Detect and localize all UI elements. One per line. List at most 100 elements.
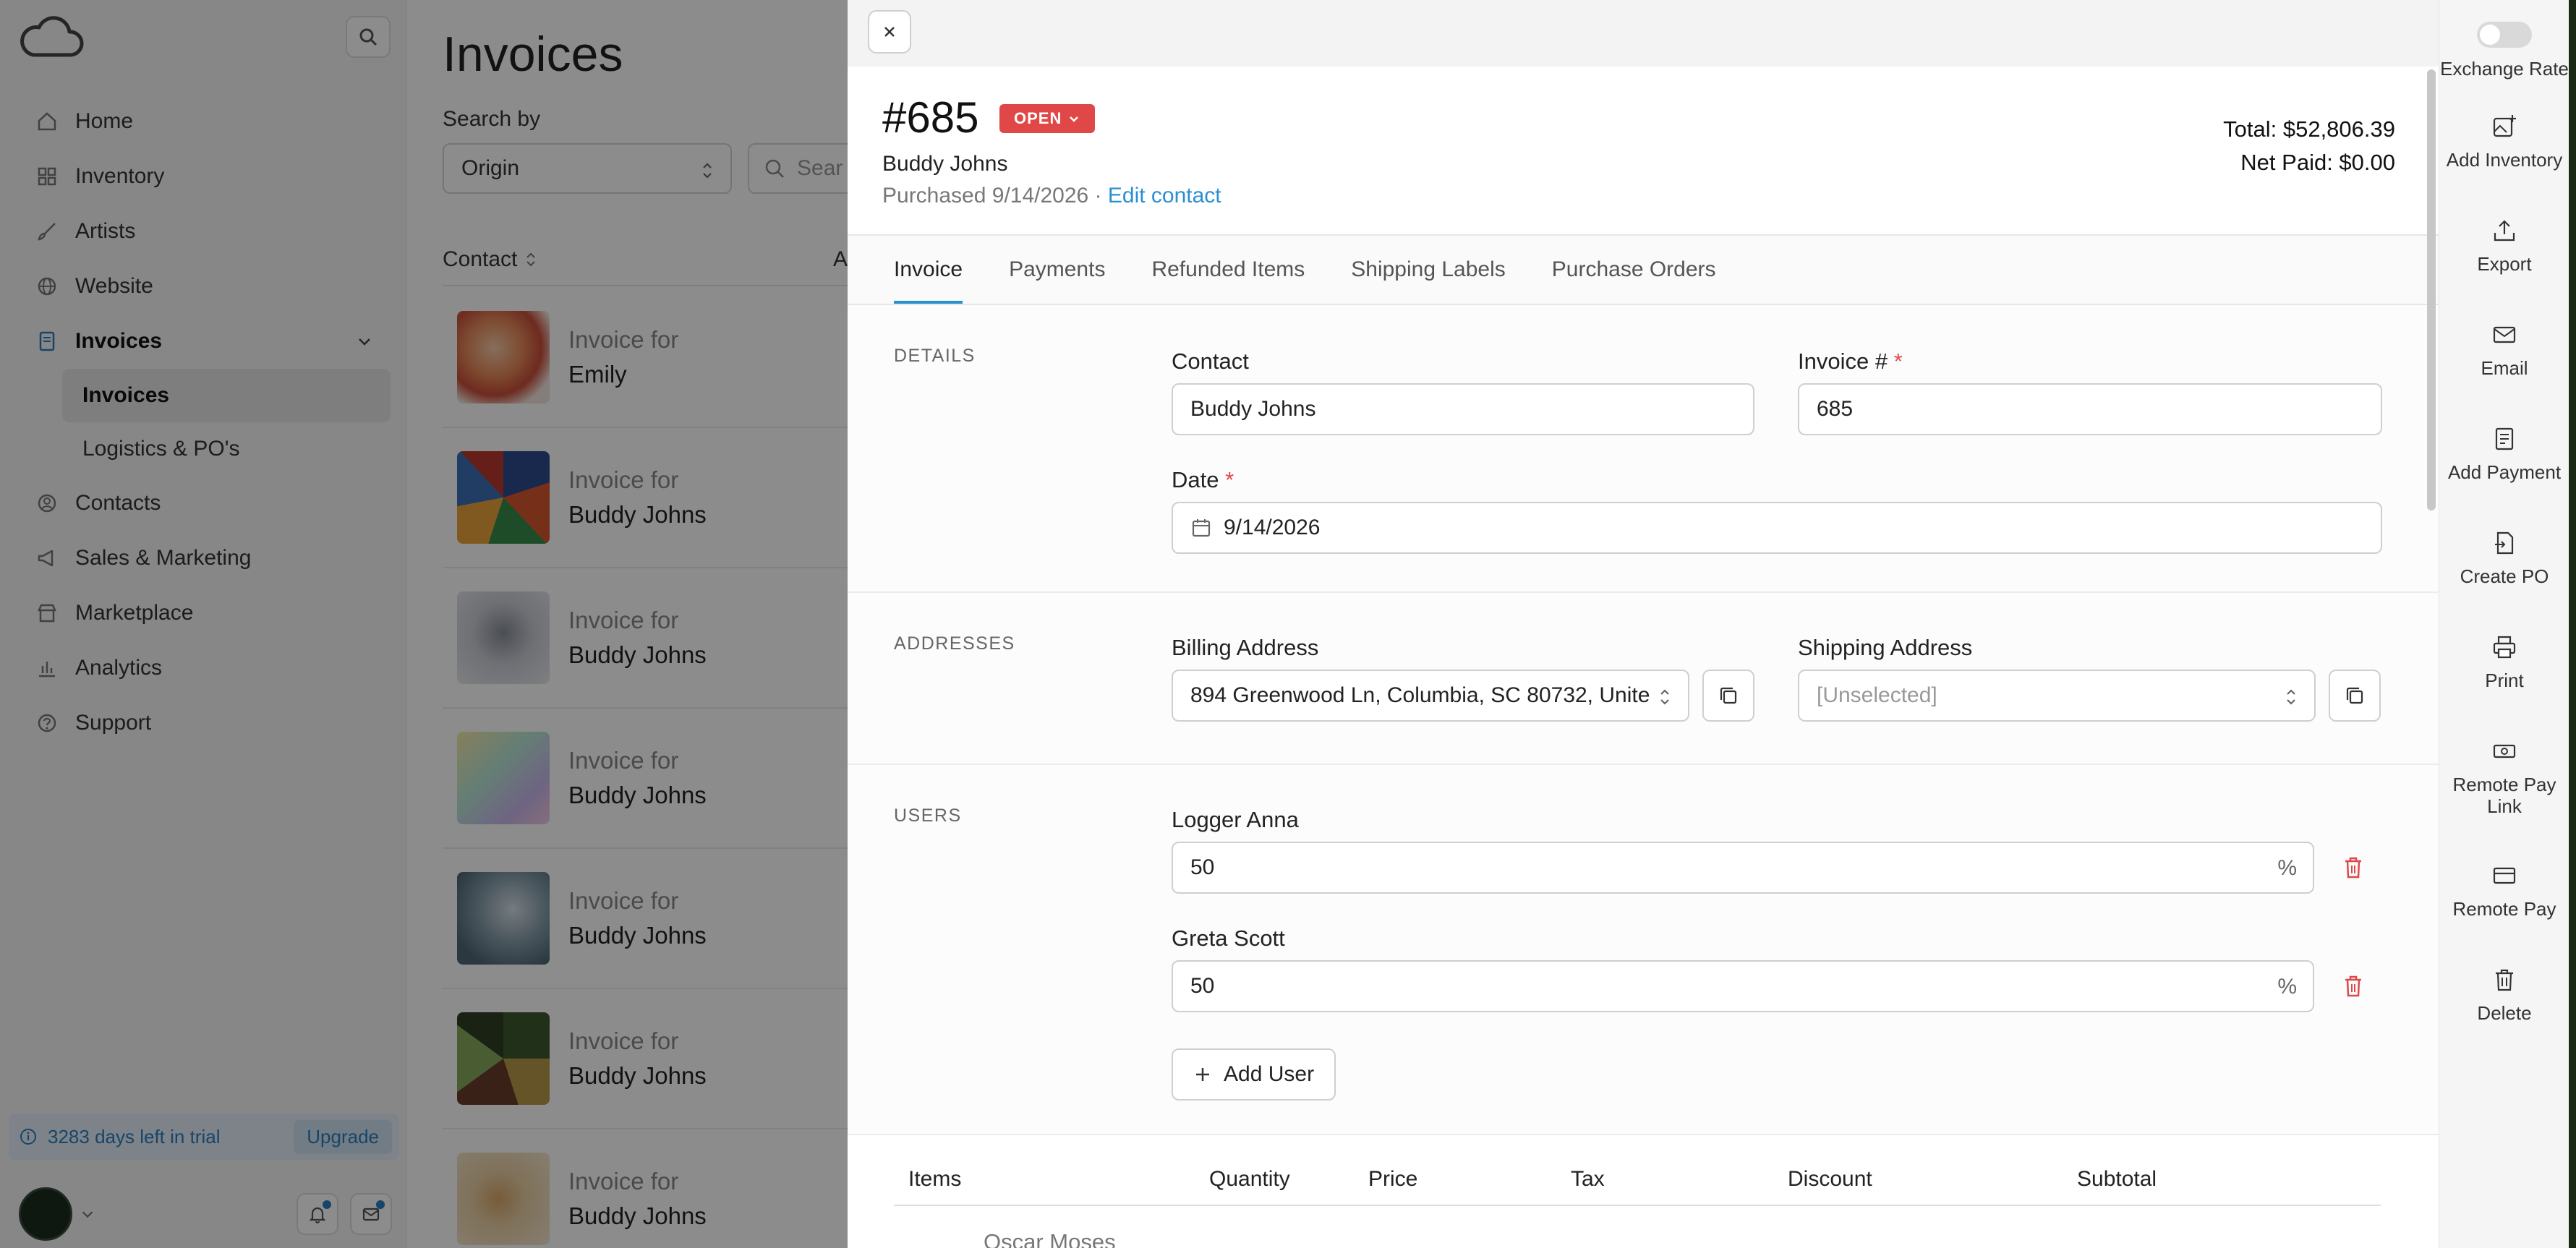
billing-address-value: 894 Greenwood Ln, Columbia, SC 80732, Un… — [1190, 683, 1650, 707]
toggle-switch[interactable] — [2477, 22, 2532, 48]
cash-icon — [2493, 744, 2516, 758]
customer-name: Buddy Johns — [882, 152, 1008, 176]
invoice-tabs: Invoice Payments Refunded Items Shipping… — [848, 236, 2439, 305]
exchange-rate-toggle[interactable]: Exchange Rate — [2439, 22, 2569, 80]
shipping-address-value: [Unselected] — [1817, 683, 1937, 707]
invoice-modal: #685 OPEN Buddy Johns Purchased 9/14/202… — [848, 0, 2439, 1248]
trash-icon — [2345, 975, 2361, 997]
tab-refunded-items[interactable]: Refunded Items — [1151, 236, 1305, 304]
tab-shipping-labels[interactable]: Shipping Labels — [1351, 236, 1506, 304]
remote-pay-button[interactable]: Remote Pay — [2439, 862, 2569, 920]
invoice-number-field[interactable]: 685 — [1798, 383, 2382, 435]
add-user-button[interactable]: Add User — [1172, 1048, 1336, 1100]
delete-button[interactable]: Delete — [2439, 966, 2569, 1024]
tab-payments[interactable]: Payments — [1009, 236, 1105, 304]
user-name: Greta Scott — [1172, 926, 1285, 951]
mail-icon — [2493, 326, 2516, 343]
user-share-field[interactable]: 50 % — [1172, 842, 2314, 894]
action-panel: Exchange Rate Add Inventory Export Email… — [2439, 0, 2569, 1248]
chevron-down-icon — [1070, 116, 1079, 122]
user-share-value: 50 — [1190, 855, 1215, 879]
column-discount: Discount — [1788, 1167, 1872, 1191]
column-quantity: Quantity — [1209, 1167, 1290, 1191]
action-label: Remote Pay Link — [2452, 774, 2556, 817]
item-artist-name: Oscar Moses — [984, 1229, 1116, 1248]
shipping-address-select[interactable]: [Unselected] — [1798, 670, 2316, 722]
upload-icon — [2494, 220, 2515, 242]
details-section: DETAILS Contact Buddy Johns Invoice # * … — [848, 305, 2439, 593]
purchase-info: Purchased 9/14/2026 · Edit contact — [882, 184, 1221, 208]
action-label: Exchange Rate — [2440, 58, 2569, 80]
calendar-icon — [1192, 519, 1211, 537]
section-label-addresses: ADDRESSES — [894, 633, 1015, 654]
add-image-icon — [2493, 115, 2516, 137]
copy-billing-button[interactable] — [1702, 670, 1754, 722]
billing-address-select[interactable]: 894 Greenwood Ln, Columbia, SC 80732, Un… — [1172, 670, 1689, 722]
action-label: Add Inventory — [2446, 149, 2563, 171]
status-badge[interactable]: OPEN — [999, 104, 1096, 133]
action-label: Remote Pay — [2452, 898, 2556, 920]
purchase-date: Purchased 9/14/2026 · — [882, 184, 1108, 208]
user-share-field[interactable]: 50 % — [1172, 960, 2314, 1012]
modal-toolbar — [848, 0, 2439, 67]
action-label: Email — [2481, 357, 2528, 379]
invoice-totals: Total: $52,806.39 Net Paid: $0.00 — [2223, 113, 2395, 179]
printer-icon — [2493, 636, 2516, 659]
action-label: Delete — [2477, 1002, 2532, 1024]
updown-chevron-icon — [1660, 689, 1669, 705]
invoice-number: #685 — [882, 93, 979, 142]
email-button[interactable]: Email — [2439, 321, 2569, 379]
contact-value: Buddy Johns — [1190, 397, 1316, 421]
invoice-number-value: 685 — [1817, 397, 1854, 421]
date-field[interactable]: 9/14/2026 — [1172, 502, 2382, 554]
column-tax: Tax — [1571, 1167, 1605, 1191]
close-icon — [884, 27, 895, 37]
invoice-number-label: Invoice # * — [1798, 349, 1903, 374]
percent-suffix: % — [2277, 975, 2297, 999]
user-name: Logger Anna — [1172, 807, 1299, 832]
copy-icon — [2346, 687, 2363, 704]
file-export-icon — [2495, 531, 2514, 555]
card-icon — [2493, 867, 2516, 884]
create-po-button[interactable]: Create PO — [2439, 529, 2569, 587]
modal-scrollbar[interactable] — [2427, 69, 2436, 510]
remote-pay-link-button[interactable]: Remote Pay Link — [2439, 738, 2569, 817]
percent-suffix: % — [2277, 856, 2297, 880]
users-section: USERS Logger Anna 50 % Greta Scott 50 % … — [848, 765, 2439, 1135]
remove-user-button[interactable] — [2339, 972, 2368, 1001]
action-label: Print — [2485, 670, 2524, 691]
export-button[interactable]: Export — [2439, 217, 2569, 275]
items-table-header: Items Quantity Price Tax Discount Subtot… — [894, 1151, 2381, 1206]
column-items: Items — [908, 1167, 962, 1191]
addresses-section: ADDRESSES Billing Address 894 Greenwood … — [848, 593, 2439, 765]
action-label: Export — [2477, 253, 2532, 275]
window-edge — [2569, 0, 2576, 1248]
receipt-icon — [2495, 427, 2514, 450]
remove-user-button[interactable] — [2339, 853, 2368, 882]
contact-label: Contact — [1172, 349, 1249, 374]
print-button[interactable]: Print — [2439, 633, 2569, 691]
date-value: 9/14/2026 — [1224, 516, 1321, 539]
invoice-header: #685 OPEN Buddy Johns Purchased 9/14/202… — [848, 67, 2439, 236]
modal-backdrop[interactable] — [0, 0, 848, 1248]
add-inventory-button[interactable]: Add Inventory — [2439, 113, 2569, 171]
edit-contact-link[interactable]: Edit contact — [1108, 184, 1221, 208]
add-payment-button[interactable]: Add Payment — [2439, 425, 2569, 483]
updown-chevron-icon — [2287, 689, 2295, 705]
total-amount: Total: $52,806.39 — [2223, 116, 2395, 142]
close-button[interactable] — [868, 10, 911, 54]
section-label-users: USERS — [894, 805, 962, 826]
section-label-details: DETAILS — [894, 346, 976, 366]
user-share-value: 50 — [1190, 974, 1215, 998]
copy-icon — [1720, 687, 1737, 704]
date-label: Date * — [1172, 467, 1234, 492]
required-marker: * — [1225, 467, 1234, 492]
contact-field[interactable]: Buddy Johns — [1172, 383, 1754, 435]
add-user-label: Add User — [1224, 1062, 1315, 1086]
required-marker: * — [1893, 349, 1903, 374]
tab-invoice[interactable]: Invoice — [894, 236, 963, 304]
copy-shipping-button[interactable] — [2329, 670, 2381, 722]
action-label: Create PO — [2460, 565, 2549, 587]
column-price: Price — [1368, 1167, 1418, 1191]
tab-purchase-orders[interactable]: Purchase Orders — [1552, 236, 1716, 304]
